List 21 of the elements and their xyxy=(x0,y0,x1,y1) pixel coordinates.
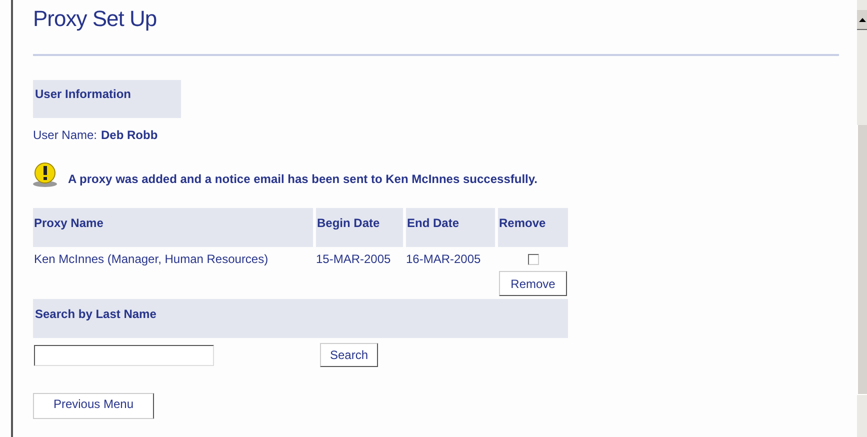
remove-button[interactable]: Remove xyxy=(499,271,567,296)
section-header: User Information xyxy=(33,80,181,118)
page-title: Proxy Set Up xyxy=(33,5,157,33)
remove-checkbox[interactable] xyxy=(528,254,538,264)
section-header: Search by Last Name xyxy=(33,299,568,338)
column-header: Begin Date xyxy=(316,208,403,247)
scrollbar[interactable] xyxy=(857,0,867,437)
table-cell-text: 15-MAR-2005 xyxy=(316,251,392,268)
notice-message: A proxy was added and a notice email has been sent to Ken McInnes successfully. xyxy=(68,171,538,188)
warning-icon xyxy=(33,162,58,188)
scroll-up-icon[interactable] xyxy=(858,18,866,22)
table-cell-text: Ken McInnes (Manager, Human Resources) xyxy=(33,251,270,268)
column-header: End Date xyxy=(406,208,495,247)
table-cell-text: 16-MAR-2005 xyxy=(406,251,482,268)
column-header: Proxy Name xyxy=(33,208,313,247)
previous-menu-button[interactable]: Previous Menu xyxy=(33,392,154,418)
user-name-label: User Name: xyxy=(33,127,98,144)
column-header: Remove xyxy=(498,208,568,247)
user-name-value: Deb Robb xyxy=(101,127,158,144)
last-name-field[interactable] xyxy=(34,344,214,366)
search-button[interactable]: Search xyxy=(320,343,378,367)
